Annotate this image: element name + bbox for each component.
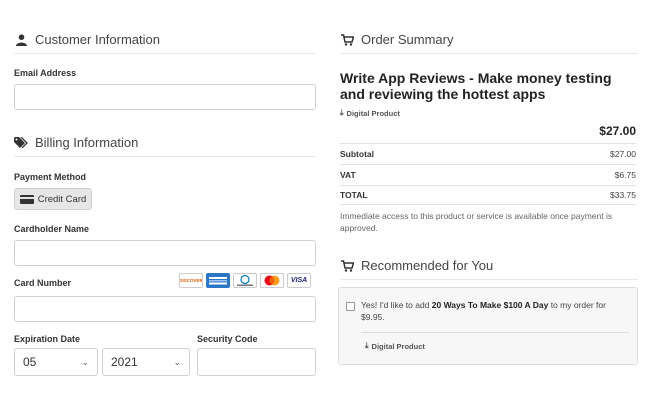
billing-info-heading: Billing Information <box>14 135 316 157</box>
product-price: $27.00 <box>599 124 636 138</box>
expiration-year-value: 2021 <box>111 355 138 369</box>
card-number-label: Card Number <box>14 278 72 288</box>
offer-product-type-label: Digital Product <box>371 341 425 351</box>
divider <box>361 332 629 333</box>
product-type: ⤓ Digital Product <box>340 108 400 118</box>
credit-card-button[interactable]: Credit Card <box>14 188 92 210</box>
visa-card-icon: VISA <box>287 273 311 288</box>
accepted-cards: DISCOVER VISA <box>179 273 311 288</box>
customer-info-title: Customer Information <box>35 32 160 47</box>
summary-row-total: TOTAL $33.75 <box>340 185 636 205</box>
download-icon: ⤓ <box>340 108 344 117</box>
expiration-month-value: 05 <box>23 355 37 369</box>
summary-row-vat: VAT $6.75 <box>340 164 636 184</box>
amex-card-icon <box>206 273 230 288</box>
recommended-offer-box: Yes! I'd like to add 20 Ways To Make $10… <box>338 287 638 365</box>
offer-product-name: 20 Ways To Make $100 A Day <box>431 300 549 310</box>
recommended-title: Recommended for You <box>361 258 494 273</box>
expiration-month-select[interactable]: 05 ⌄ <box>14 348 98 376</box>
add-offer-checkbox[interactable] <box>346 302 355 311</box>
tags-icon <box>14 136 28 150</box>
payment-method-label: Payment Method <box>14 172 87 182</box>
cardholder-name-label: Cardholder Name <box>14 224 90 234</box>
cardholder-name-field[interactable] <box>14 240 316 266</box>
billing-info-title: Billing Information <box>35 135 139 150</box>
customer-info-heading: Customer Information <box>14 32 316 54</box>
expiration-year-select[interactable]: 2021 ⌄ <box>102 348 190 376</box>
diners-club-card-icon <box>233 273 257 288</box>
product-type-label: Digital Product <box>346 108 400 118</box>
offer-text: Yes! I'd like to add 20 Ways To Make $10… <box>361 299 631 323</box>
security-code-label: Security Code <box>197 334 258 344</box>
offer-product-type: ⤓ Digital Product <box>365 341 425 351</box>
summary-row-subtotal: Subtotal $27.00 <box>340 143 636 163</box>
order-summary-heading: Order Summary <box>340 32 638 54</box>
email-label: Email Address <box>14 68 77 78</box>
chevron-down-icon: ⌄ <box>173 356 181 367</box>
cart-plus-icon <box>340 259 354 273</box>
credit-card-label: Credit Card <box>37 193 87 205</box>
summary-value: $27.00 <box>610 148 636 159</box>
user-icon <box>14 33 28 47</box>
summary-label: Subtotal <box>340 148 374 159</box>
checkout-page: Customer Information Email Address Billi… <box>0 0 650 400</box>
order-summary-title: Order Summary <box>361 32 454 47</box>
card-number-field[interactable] <box>14 296 316 322</box>
summary-label: VAT <box>340 169 356 180</box>
email-field[interactable] <box>14 84 316 110</box>
discover-card-icon: DISCOVER <box>179 273 203 288</box>
security-code-field[interactable] <box>197 348 316 376</box>
summary-value: $6.75 <box>614 169 636 180</box>
product-title: Write App Reviews - Make money testing a… <box>340 70 612 102</box>
mastercard-card-icon <box>260 273 284 288</box>
expiration-date-label: Expiration Date <box>14 334 81 344</box>
summary-value: $33.75 <box>610 190 636 200</box>
access-note: Immediate access to this product or serv… <box>340 211 613 233</box>
recommended-heading: Recommended for You <box>340 258 638 280</box>
chevron-down-icon: ⌄ <box>81 356 89 367</box>
credit-card-icon <box>19 194 34 204</box>
summary-label: TOTAL <box>340 190 368 200</box>
download-icon: ⤓ <box>365 341 369 350</box>
offer-text-prefix: Yes! I'd like to add <box>361 300 432 310</box>
shopping-cart-icon <box>340 33 354 47</box>
